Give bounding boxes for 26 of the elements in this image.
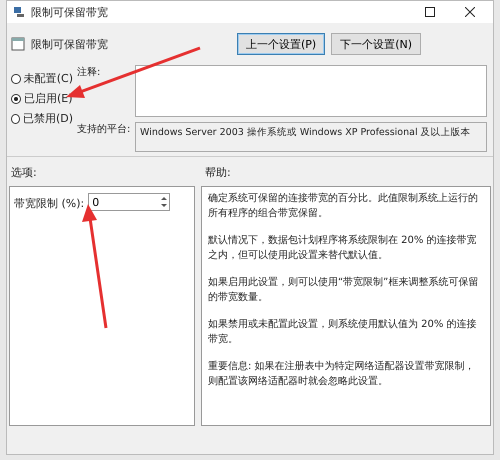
radio-button[interactable] bbox=[11, 94, 21, 104]
bandwidth-spin-field[interactable]: 0 bbox=[88, 193, 170, 211]
help-heading: 帮助: bbox=[205, 165, 231, 180]
help-paragraph: 如果禁用或未配置此设置，则系统使用默认值为 20% 的连接带宽。 bbox=[208, 318, 478, 347]
platform-field: Windows Server 2003 操作系统或 Windows XP Professional 及以上版本 bbox=[135, 122, 487, 152]
policy-icon bbox=[11, 37, 25, 51]
help-paragraph: 如果启用此设置，则可以使用“带宽限制”框来调整系统可保留的带宽数量。 bbox=[208, 276, 480, 305]
radio-label: 未配置(C) bbox=[24, 71, 73, 86]
options-heading: 选项: bbox=[11, 165, 38, 180]
help-paragraph: 默认情况下，数据包计划程序将系统限制在 20% 的连接带宽之内，但可以使用此设置来替代默认值。 bbox=[208, 234, 478, 263]
comment-field[interactable] bbox=[135, 65, 487, 117]
spin-arrows-icon[interactable] bbox=[159, 195, 169, 209]
radio-button[interactable] bbox=[11, 74, 21, 84]
help-paragraph: 确定系统可保留的连接带宽的百分比。此值限制系统上运行的所有程序的组合带宽保留。 bbox=[208, 192, 479, 221]
platform-label: 支持的平台: bbox=[77, 122, 130, 136]
radio-button[interactable] bbox=[11, 114, 20, 124]
maximize-icon bbox=[425, 7, 435, 17]
nav-button[interactable]: 下一个设置(N) bbox=[331, 33, 421, 55]
comment-label: 注释: bbox=[77, 66, 100, 79]
bandwidth-label: 带宽限制 (%): bbox=[14, 196, 84, 211]
radio-label: 已禁用(D) bbox=[22, 111, 73, 126]
nav-button[interactable]: 上一个设置(P) bbox=[236, 33, 326, 55]
policy-name: 限制可保留带宽 bbox=[31, 36, 109, 52]
help-paragraph: 重要信息: 如果在注册表中为特定网络适配器设置带宽限制，则配置该网络适配器时就会忽略此设置。 bbox=[208, 360, 476, 389]
window-title: 限制可保留带宽 bbox=[31, 4, 109, 20]
close-icon bbox=[465, 7, 475, 17]
